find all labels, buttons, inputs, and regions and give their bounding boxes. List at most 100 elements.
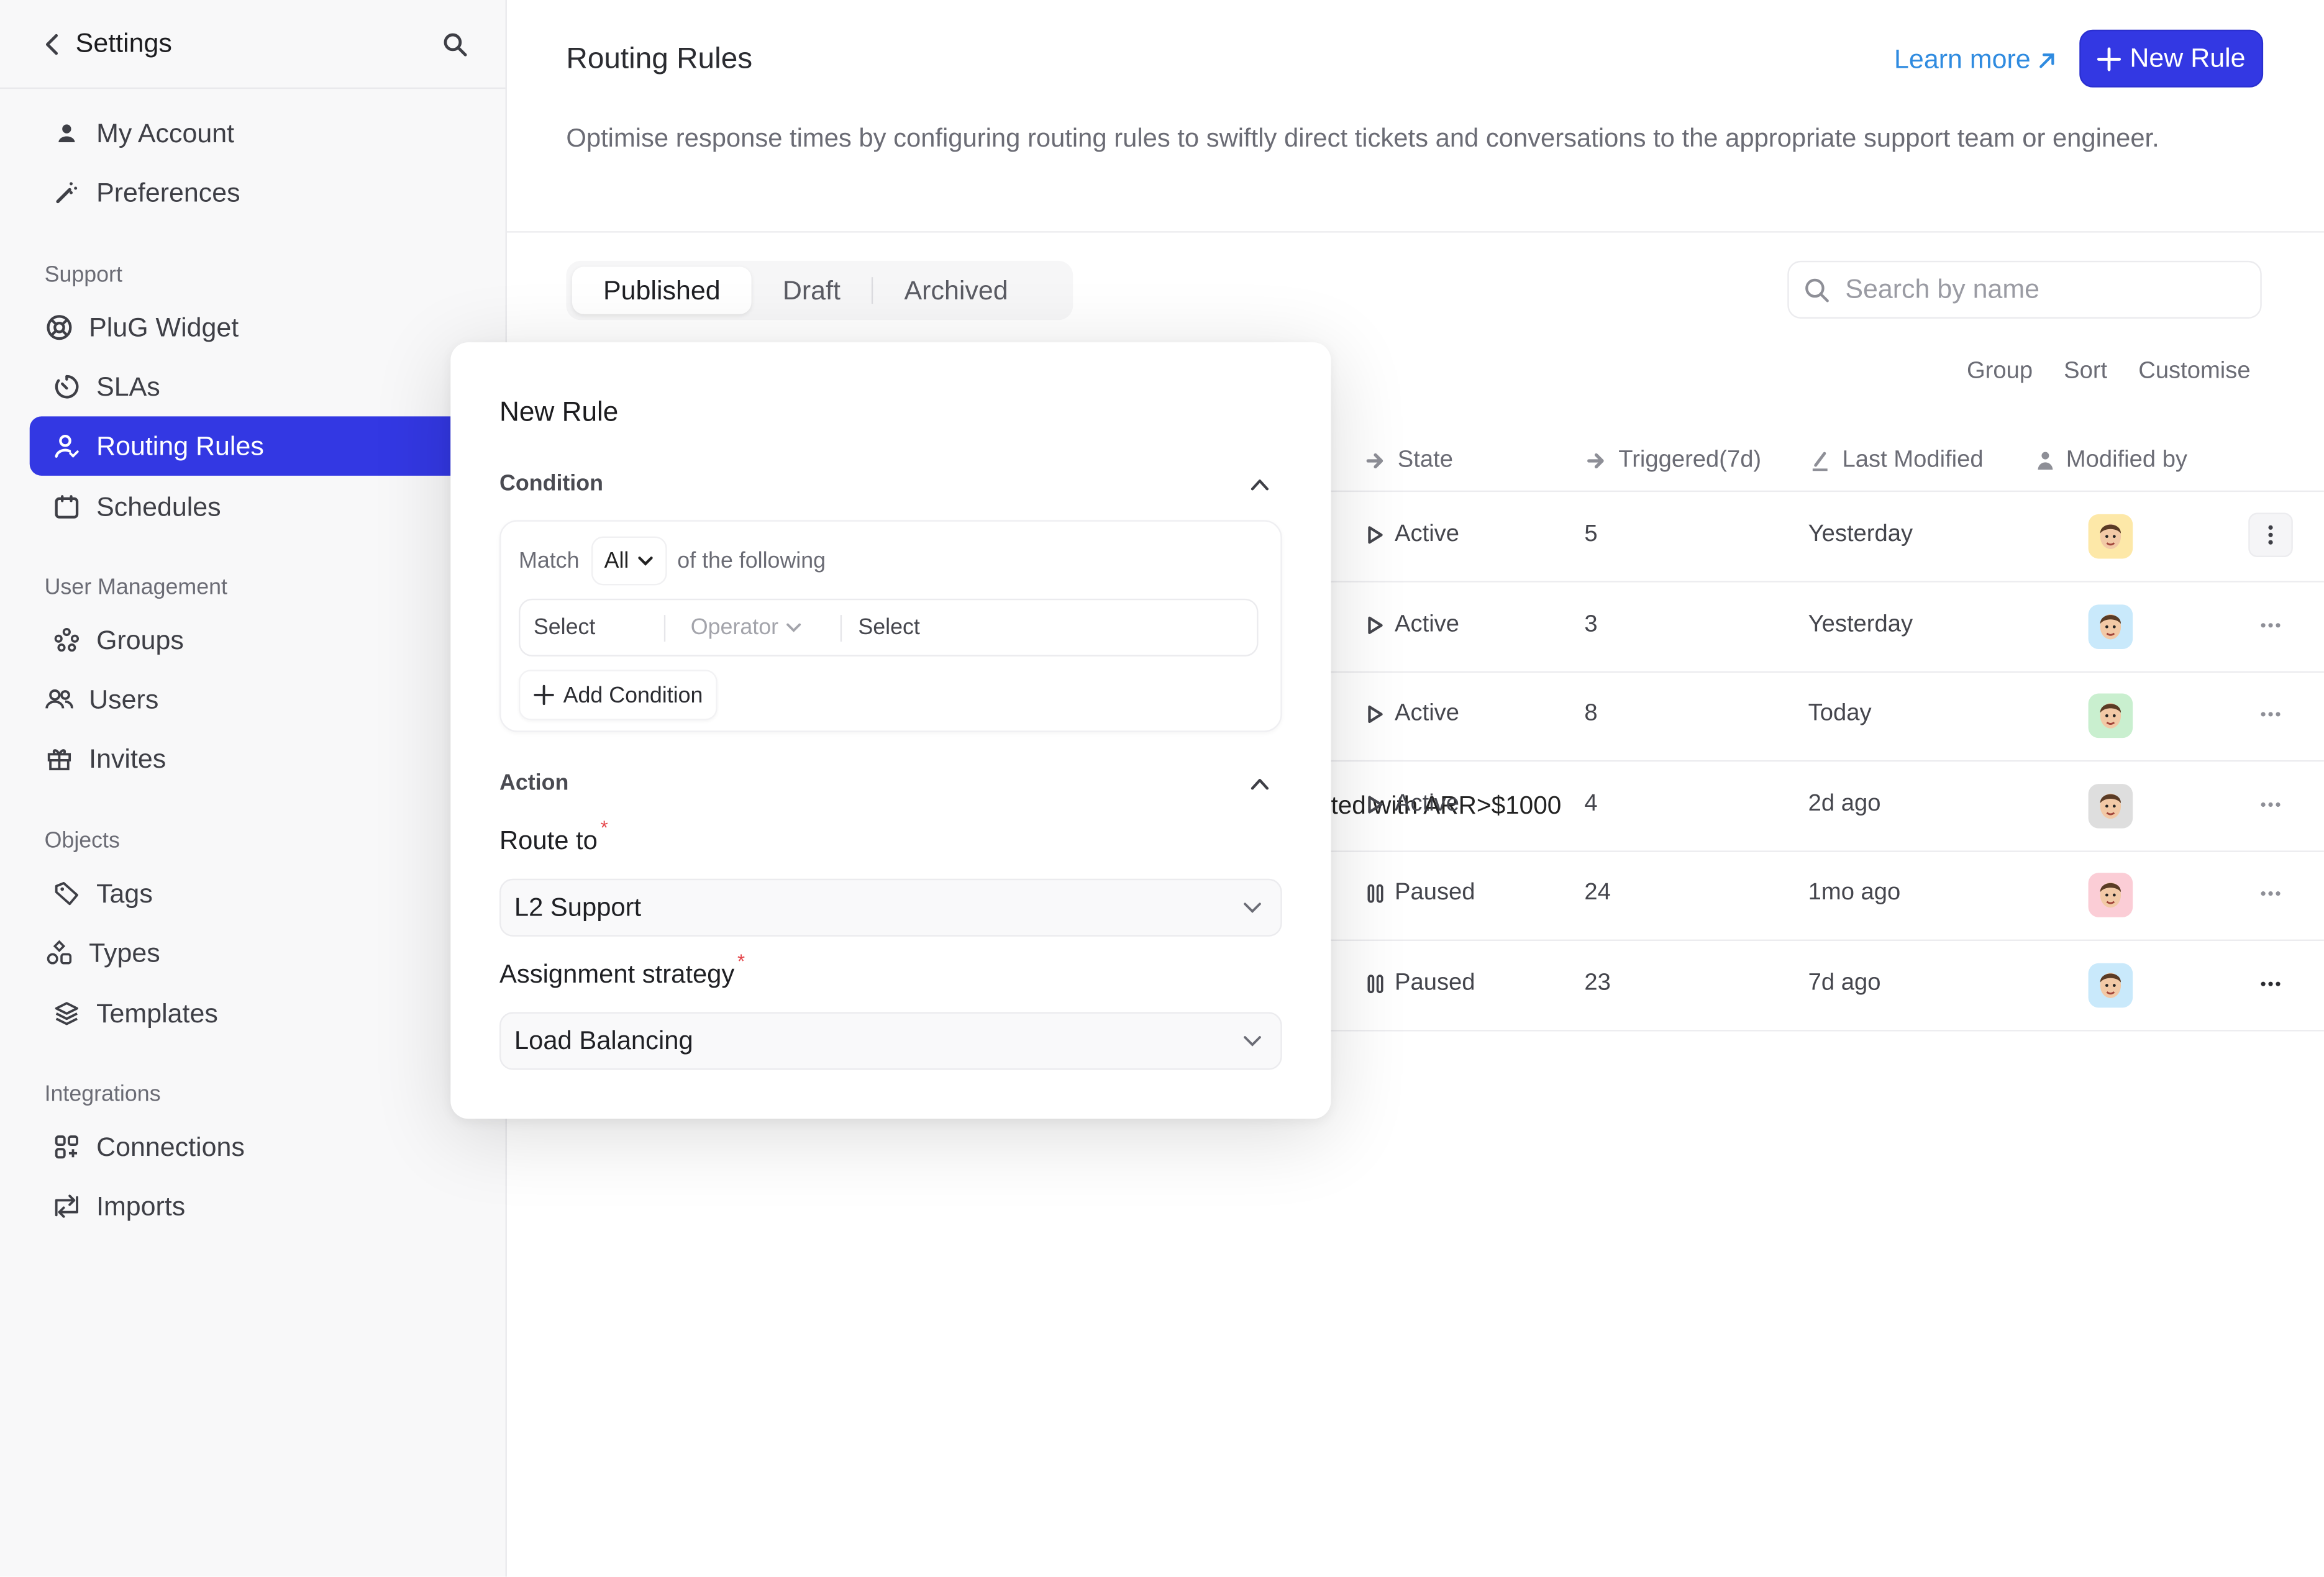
back-chevron-icon[interactable] bbox=[39, 30, 65, 60]
avatar[interactable] bbox=[2088, 962, 2133, 1007]
app-window: Settings My Account Preferences Support … bbox=[0, 0, 2324, 1577]
required-asterisk: * bbox=[600, 816, 608, 839]
search-input[interactable] bbox=[1842, 272, 2234, 307]
sidebar-item-groups[interactable]: Groups bbox=[30, 611, 451, 670]
sidebar-item-routing-rules[interactable]: Routing Rules bbox=[29, 416, 451, 476]
sidebar-item-label: Users bbox=[89, 684, 159, 714]
avatar[interactable] bbox=[2088, 873, 2133, 917]
more-menu-button[interactable] bbox=[2248, 961, 2293, 1006]
action-section-label: Action bbox=[499, 770, 569, 796]
shapes-icon bbox=[45, 938, 75, 968]
sidebar-item-plug-widget[interactable]: PluG Widget bbox=[30, 298, 451, 357]
plus-icon bbox=[534, 684, 554, 706]
avatar[interactable] bbox=[2088, 783, 2133, 828]
magic-wand-icon bbox=[52, 178, 82, 207]
pencil-icon bbox=[1812, 452, 1828, 471]
modal-title: New Rule bbox=[499, 396, 619, 427]
sidebar-item-preferences[interactable]: Preferences bbox=[30, 163, 451, 222]
apps-add-icon bbox=[52, 1132, 82, 1162]
column-last-modified[interactable]: Last Modified bbox=[1811, 447, 1984, 475]
more-menu-button[interactable] bbox=[2248, 692, 2293, 737]
sidebar-item-types[interactable]: Types bbox=[30, 923, 451, 982]
sidebar-item-templates[interactable]: Templates bbox=[30, 984, 451, 1043]
sidebar-item-schedules[interactable]: Schedules bbox=[30, 477, 451, 536]
memoji-icon bbox=[2100, 613, 2121, 639]
route-to-select[interactable]: L2 Support bbox=[499, 878, 1282, 937]
avatar[interactable] bbox=[2088, 514, 2133, 559]
new-rule-label: New Rule bbox=[2130, 43, 2246, 73]
state-label: Active bbox=[1395, 701, 1460, 727]
assignment-strategy-select[interactable]: Load Balancing bbox=[499, 1012, 1282, 1070]
tab-published[interactable]: Published bbox=[572, 266, 752, 314]
person-icon bbox=[52, 119, 82, 148]
users-icon bbox=[45, 684, 75, 714]
search-icon bbox=[1805, 278, 1829, 302]
divider bbox=[840, 615, 842, 642]
search-icon[interactable] bbox=[442, 31, 468, 58]
route-to-label: Route to * bbox=[499, 817, 608, 857]
last-modified-cell: Yesterday bbox=[1808, 521, 1913, 547]
status-tabs: Published Draft Archived bbox=[566, 260, 1073, 320]
column-label: Triggered(7d) bbox=[1618, 447, 1762, 473]
sidebar-item-users[interactable]: Users bbox=[30, 670, 451, 729]
sidebar-item-invites[interactable]: Invites bbox=[30, 729, 451, 788]
sidebar-item-label: Types bbox=[89, 937, 160, 967]
play-icon bbox=[1368, 795, 1383, 813]
column-label: Last Modified bbox=[1842, 447, 1984, 473]
external-arrow-icon bbox=[2039, 52, 2054, 68]
learn-more-link[interactable]: Learn more bbox=[1894, 45, 2057, 76]
add-condition-button[interactable]: Add Condition bbox=[519, 670, 718, 720]
more-menu-button[interactable] bbox=[2248, 782, 2293, 827]
chevron-up-icon[interactable] bbox=[1248, 473, 1272, 496]
last-modified-cell: 7d ago bbox=[1808, 970, 1881, 996]
value-select[interactable]: Select bbox=[858, 615, 919, 640]
column-triggered[interactable]: Triggered(7d) bbox=[1587, 448, 1761, 475]
settings-sidebar: Settings My Account Preferences Support … bbox=[0, 0, 507, 1577]
new-rule-button[interactable]: New Rule bbox=[2079, 29, 2264, 88]
triggered-cell: 3 bbox=[1584, 611, 1598, 637]
triggered-cell: 8 bbox=[1584, 701, 1598, 727]
sort-button[interactable]: Sort bbox=[2064, 358, 2107, 385]
tab-draft[interactable]: Draft bbox=[752, 266, 872, 314]
chevron-up-icon[interactable] bbox=[1248, 772, 1272, 796]
avatar[interactable] bbox=[2088, 604, 2133, 648]
chevron-down-icon bbox=[786, 622, 801, 632]
sidebar-item-connections[interactable]: Connections bbox=[30, 1117, 451, 1176]
arrow-right-icon bbox=[1587, 453, 1604, 469]
ellipsis-icon bbox=[2261, 801, 2281, 806]
more-menu-button[interactable] bbox=[2248, 602, 2293, 647]
page-title: Routing Rules bbox=[566, 43, 753, 76]
avatar[interactable] bbox=[2088, 693, 2133, 739]
group-button[interactable]: Group bbox=[1967, 358, 2033, 385]
sidebar-section-objects: Objects bbox=[44, 828, 120, 854]
tab-archived[interactable]: Archived bbox=[873, 266, 1039, 314]
column-modified-by[interactable]: Modified by bbox=[2036, 448, 2187, 475]
sidebar-item-label: SLAs bbox=[96, 371, 160, 401]
tag-icon bbox=[52, 879, 82, 909]
sidebar-title: Settings bbox=[75, 28, 172, 58]
customise-button[interactable]: Customise bbox=[2138, 358, 2250, 385]
sidebar-item-my-account[interactable]: My Account bbox=[30, 104, 451, 163]
match-select[interactable]: All bbox=[591, 536, 667, 586]
memoji-icon bbox=[2100, 793, 2121, 818]
sidebar-item-tags[interactable]: Tags bbox=[30, 864, 451, 923]
condition-row: Select Operator Select bbox=[519, 598, 1259, 657]
operator-select[interactable]: Operator bbox=[691, 615, 802, 640]
page-description: Optimise response times by configuring r… bbox=[566, 123, 2159, 153]
sidebar-item-imports[interactable]: Imports bbox=[30, 1176, 451, 1235]
last-modified-cell: Yesterday bbox=[1808, 611, 1913, 637]
lifebuoy-icon bbox=[45, 312, 75, 342]
sidebar-item-slas[interactable]: SLAs bbox=[30, 357, 451, 416]
pause-icon bbox=[1367, 884, 1383, 903]
field-select[interactable]: Select bbox=[534, 615, 595, 640]
memoji-icon bbox=[2100, 972, 2121, 998]
more-menu-button[interactable] bbox=[2248, 871, 2293, 916]
ellipsis-icon bbox=[2261, 622, 2281, 627]
chevron-down-icon bbox=[1244, 902, 1261, 913]
header-divider bbox=[506, 231, 2324, 233]
kebab-menu-button[interactable] bbox=[2248, 512, 2293, 558]
triggered-cell: 5 bbox=[1584, 521, 1598, 547]
state-cell: Paused bbox=[1367, 880, 1475, 907]
required-asterisk: * bbox=[737, 950, 745, 973]
column-state[interactable]: State bbox=[1366, 448, 1453, 475]
